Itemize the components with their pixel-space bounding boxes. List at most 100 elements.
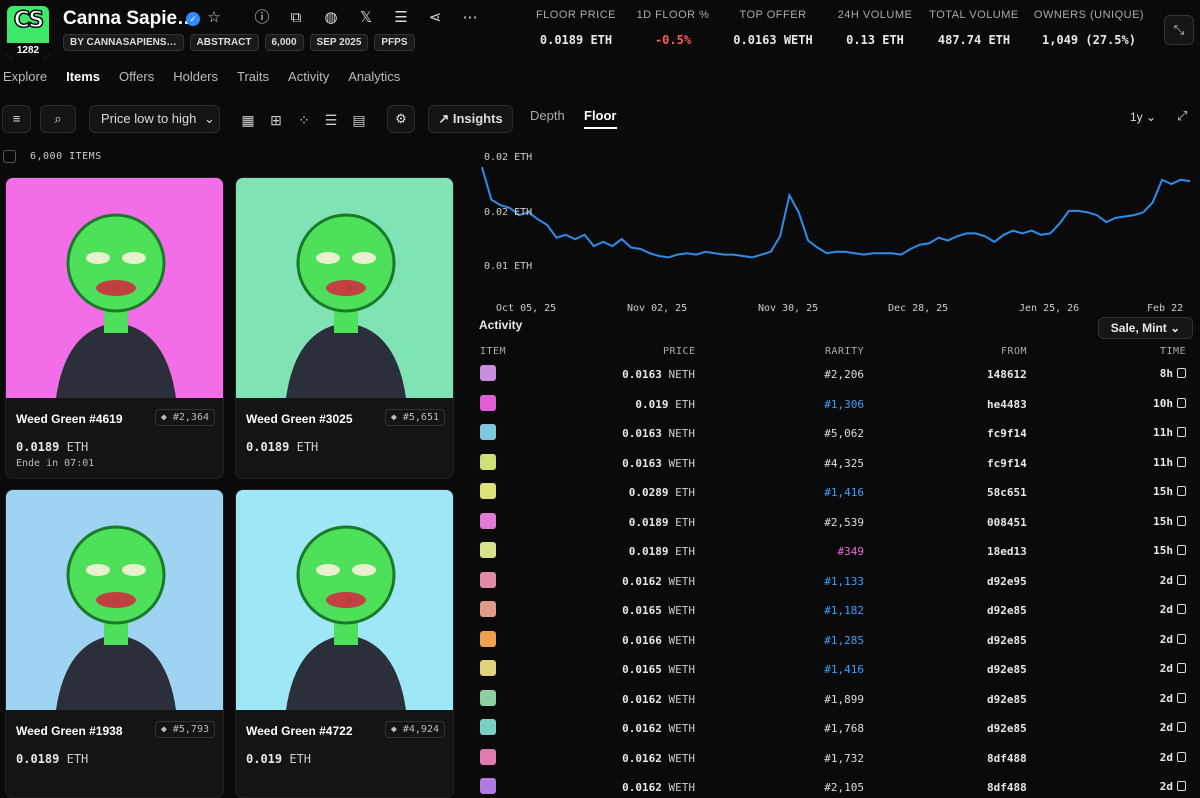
row-from[interactable]: d92e85 <box>987 693 1027 706</box>
row-from[interactable]: fc9f14 <box>987 457 1027 470</box>
item-thumbnail[interactable] <box>480 778 496 794</box>
row-time[interactable]: 2d <box>1160 751 1186 764</box>
item-thumbnail[interactable] <box>480 483 496 499</box>
row-from[interactable]: 58c651 <box>987 486 1027 499</box>
discord-icon[interactable]: ☰ <box>392 9 410 27</box>
range-dropdown[interactable]: 1y ⌄ <box>1130 110 1156 124</box>
item-thumbnail[interactable] <box>480 453 496 470</box>
row-time[interactable]: 15h <box>1153 515 1186 528</box>
grid-small-icon[interactable]: ⁘ <box>293 109 315 131</box>
tab-activity[interactable]: Activity <box>288 69 329 84</box>
row-from[interactable]: 8df488 <box>987 781 1027 794</box>
category-chip[interactable]: PFPS <box>374 34 415 51</box>
nft-card[interactable]: Weed Green #4619 ◆ #2,364 0.0189 ETH End… <box>5 177 224 479</box>
row-time[interactable]: 15h <box>1153 485 1186 498</box>
row-time[interactable]: 2d <box>1160 633 1186 646</box>
chain-chip[interactable]: ABSTRACT <box>189 34 259 51</box>
expand-icon[interactable]: ⤡ <box>1164 15 1194 45</box>
row-from[interactable]: d92e85 <box>987 663 1027 676</box>
floor-price-chart[interactable]: 0.02 ETH 0.02 ETH 0.01 ETH Oct 05, 25 Nov 02… <box>470 145 1195 315</box>
settings-icon[interactable]: ⚙ <box>387 105 415 133</box>
activity-row[interactable]: 0.0162 WETH #1,732 8df488 2d <box>470 746 1200 775</box>
tab-offers[interactable]: Offers <box>119 69 154 84</box>
item-thumbnail[interactable] <box>480 660 496 676</box>
grid-medium-icon[interactable]: ⊞ <box>265 109 287 131</box>
activity-row[interactable]: 0.0189 ETH #2,539 008451 15h <box>470 510 1200 539</box>
insights-button[interactable]: ↗ Insights <box>428 105 513 133</box>
tab-floor[interactable]: Floor <box>584 108 617 129</box>
tab-depth[interactable]: Depth <box>530 108 565 123</box>
row-from[interactable]: d92e85 <box>987 604 1027 617</box>
list-icon[interactable]: ☰ <box>320 109 342 131</box>
collection-logo[interactable]: CS 1282 <box>7 6 49 58</box>
more-icon[interactable]: ⋯ <box>461 9 479 27</box>
row-from[interactable]: d92e85 <box>987 634 1027 647</box>
item-thumbnail[interactable] <box>480 601 496 617</box>
row-from[interactable]: 148612 <box>987 368 1027 381</box>
item-thumbnail[interactable] <box>480 689 496 706</box>
x-twitter-icon[interactable]: 𝕏 <box>357 9 375 27</box>
item-thumbnail[interactable] <box>480 512 496 529</box>
tab-explore[interactable]: Explore <box>3 69 47 84</box>
row-time[interactable]: 2d <box>1160 780 1186 793</box>
creator-chip[interactable]: BY CANNASAPIENS… <box>63 34 184 51</box>
item-thumbnail[interactable] <box>480 719 496 735</box>
tab-holders[interactable]: Holders <box>173 69 218 84</box>
table-icon[interactable]: ▤ <box>348 109 370 131</box>
nft-card[interactable]: Weed Green #4722 ◆ #4,924 0.019 ETH <box>235 489 454 798</box>
activity-row[interactable]: 0.0163 WETH #4,325 fc9f14 11h <box>470 451 1200 480</box>
select-all-checkbox[interactable] <box>3 150 16 163</box>
activity-filter-dropdown[interactable]: Sale, Mint ⌄ <box>1098 317 1193 339</box>
info-icon[interactable]: ⓘ <box>253 9 271 27</box>
activity-row[interactable]: 0.0162 WETH #2,105 8df488 2d <box>470 775 1200 798</box>
activity-row[interactable]: 0.0162 WETH #1,899 d92e85 2d <box>470 687 1200 716</box>
item-thumbnail[interactable] <box>480 571 496 588</box>
row-time[interactable]: 2d <box>1160 692 1186 705</box>
item-thumbnail[interactable] <box>480 424 496 440</box>
nft-card[interactable]: Weed Green #3025 ◆ #5,651 0.0189 ETH <box>235 177 454 479</box>
row-from[interactable]: 008451 <box>987 516 1027 529</box>
row-from[interactable]: 8df488 <box>987 752 1027 765</box>
activity-row[interactable]: 0.0189 ETH #349 18ed13 15h <box>470 539 1200 568</box>
item-thumbnail[interactable] <box>480 394 496 411</box>
row-from[interactable]: he4483 <box>987 398 1027 411</box>
activity-row[interactable]: 0.0163 NETH #2,206 148612 8h <box>470 362 1200 391</box>
row-time[interactable]: 8h <box>1160 367 1186 380</box>
sort-dropdown[interactable]: Price low to high ⌄ <box>89 105 220 133</box>
activity-row[interactable]: 0.0289 ETH #1,416 58c651 15h <box>470 480 1200 509</box>
activity-row[interactable]: 0.019 ETH #1,306 he4483 10h <box>470 392 1200 421</box>
row-time[interactable]: 2d <box>1160 574 1186 587</box>
item-thumbnail[interactable] <box>480 630 496 647</box>
grid-large-icon[interactable]: ▦ <box>237 109 259 131</box>
filter-button[interactable]: ≡ <box>2 105 31 133</box>
tab-traits[interactable]: Traits <box>237 69 269 84</box>
row-from[interactable]: d92e95 <box>987 575 1027 588</box>
item-thumbnail[interactable] <box>480 748 496 765</box>
row-time[interactable]: 2d <box>1160 721 1186 734</box>
search-button[interactable]: ⌕ <box>40 105 76 133</box>
item-thumbnail[interactable] <box>480 365 496 381</box>
nft-card[interactable]: Weed Green #1938 ◆ #5,793 0.0189 ETH <box>5 489 224 798</box>
share-icon[interactable]: ⋖ <box>426 9 444 27</box>
row-time[interactable]: 15h <box>1153 544 1186 557</box>
fullscreen-icon[interactable]: ⤢ <box>1177 108 1187 124</box>
activity-row[interactable]: 0.0162 WETH #1,133 d92e95 2d <box>470 569 1200 598</box>
globe-icon[interactable]: ◍ <box>322 9 340 27</box>
activity-row[interactable]: 0.0162 WETH #1,768 d92e85 2d <box>470 716 1200 745</box>
item-thumbnail[interactable] <box>480 542 496 558</box>
activity-row[interactable]: 0.0163 NETH #5,062 fc9f14 11h <box>470 421 1200 450</box>
tab-analytics[interactable]: Analytics <box>348 69 400 84</box>
row-time[interactable]: 10h <box>1153 397 1186 410</box>
row-from[interactable]: fc9f14 <box>987 427 1027 440</box>
row-time[interactable]: 11h <box>1153 426 1186 439</box>
tab-items[interactable]: Items <box>66 69 100 84</box>
row-time[interactable]: 2d <box>1160 662 1186 675</box>
activity-row[interactable]: 0.0166 WETH #1,285 d92e85 2d <box>470 628 1200 657</box>
row-from[interactable]: d92e85 <box>987 722 1027 735</box>
star-icon[interactable]: ☆ <box>205 9 223 27</box>
activity-row[interactable]: 0.0165 WETH #1,182 d92e85 2d <box>470 598 1200 627</box>
copy-icon[interactable]: ⧉ <box>287 9 305 27</box>
activity-row[interactable]: 0.0165 WETH #1,416 d92e85 2d <box>470 657 1200 686</box>
row-from[interactable]: 18ed13 <box>987 545 1027 558</box>
row-time[interactable]: 2d <box>1160 603 1186 616</box>
